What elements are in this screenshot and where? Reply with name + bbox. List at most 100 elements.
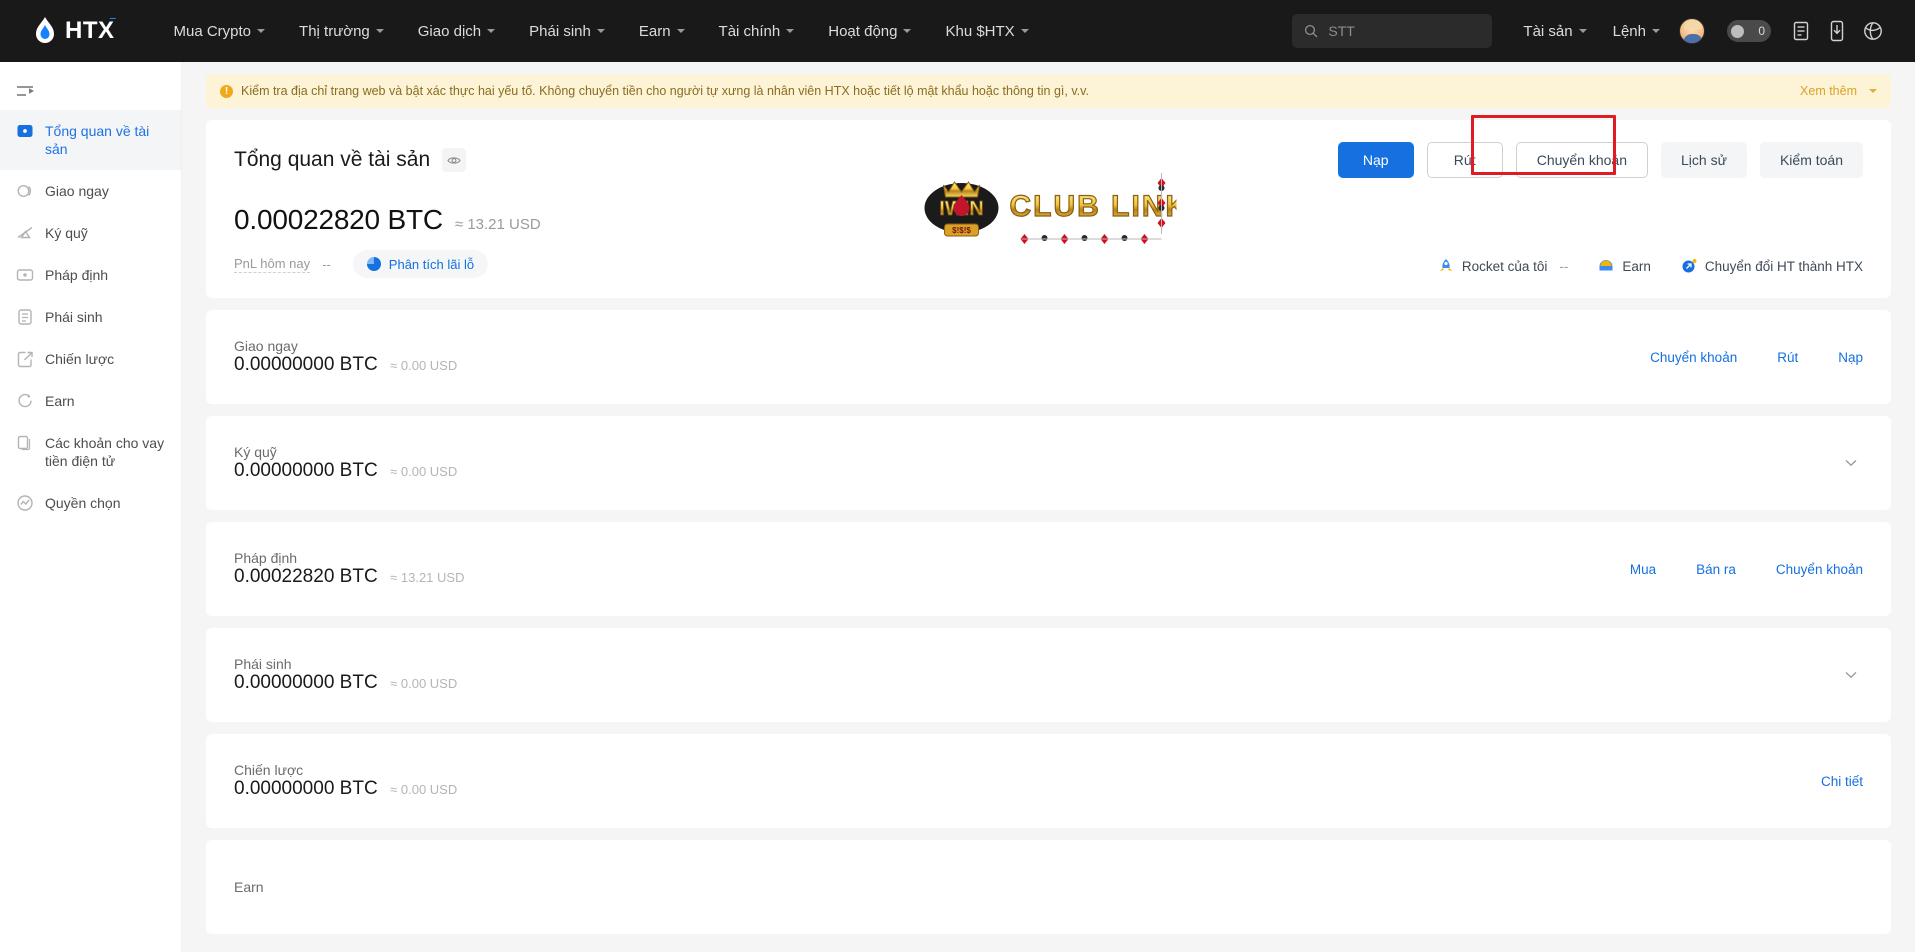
asset-usd: ≈ 0.00 USD [390, 358, 458, 373]
sidebar-item-label: Các khoản cho vay tiền điện tử [45, 435, 165, 469]
sidebar-item-label: Earn [45, 393, 75, 409]
asset-name: Chiến lược [234, 762, 304, 778]
asset-name: Ký quỹ [234, 444, 277, 460]
pie-chart-icon [366, 257, 381, 271]
pnl-label: PnL hôm nay [234, 255, 311, 273]
nav-item-hoat-dong[interactable]: Hoạt động [811, 0, 928, 62]
earn-pot-icon [1599, 260, 1613, 271]
nav-label: Giao dịch [417, 22, 482, 40]
transfer-button-highlight-wrap: Chuyển khoản [1470, 115, 1648, 178]
nav-label: Mua Crypto [173, 22, 252, 40]
chevron-down-icon [1845, 459, 1857, 467]
top-navigation-bar: HTX ‾ Mua Crypto Thị trường Giao dịch Phá… [0, 0, 1915, 62]
sidebar-item-derivatives[interactable]: Phái sinh [0, 296, 181, 338]
asset-row-spot: Giao ngay 0.00000000 BTC ≈ 0.00 USD Chuy… [206, 310, 1891, 404]
nav-label: Khu $HTX [945, 22, 1015, 40]
pnl-analysis-button[interactable]: Phân tích lãi lỗ [352, 250, 489, 278]
nav-item-mua-crypto[interactable]: Mua Crypto [157, 0, 283, 62]
history-button[interactable]: Lịch sử [1661, 142, 1747, 178]
sidebar-item-label: Giao ngay [45, 183, 109, 199]
asset-details-link[interactable]: Chi tiết [1821, 774, 1863, 789]
nav-item-giao-dich[interactable]: Giao dịch [401, 0, 512, 62]
nav-label: Tài chính [718, 22, 781, 40]
asset-usd: ≈ 0.00 USD [390, 676, 458, 691]
collapse-sidebar-icon[interactable] [0, 72, 181, 110]
toggle-balance-visibility-button[interactable] [442, 148, 467, 172]
asset-transfer-link[interactable]: Chuyển khoản [1776, 562, 1863, 577]
options-icon [16, 494, 34, 512]
chevron-down-icon [1869, 89, 1877, 93]
transfer-button[interactable]: Chuyển khoản [1515, 142, 1648, 178]
nav-item-tai-san[interactable]: Tài sản [1510, 0, 1599, 62]
search-input[interactable] [1328, 23, 1481, 39]
nav-label: Phái sinh [529, 22, 591, 40]
support-globe-icon[interactable] [1855, 11, 1891, 51]
nav-item-tai-chinh[interactable]: Tài chính [702, 0, 812, 62]
nav-item-lenh[interactable]: Lệnh [1600, 0, 1673, 62]
sidebar-item-earn[interactable]: Earn [0, 380, 181, 422]
main-content: ! Kiểm tra địa chỉ trang web và bật xác … [182, 62, 1915, 952]
rocket-icon [1439, 259, 1452, 271]
convert-icon [1682, 259, 1697, 273]
fiat-icon [16, 266, 34, 284]
nav-label: Thị trường [299, 22, 370, 40]
sidebar-item-spot[interactable]: Giao ngay [0, 170, 181, 212]
deposit-button[interactable]: Nạp [1337, 142, 1414, 178]
htx-brand-logo[interactable]: HTX ‾ [24, 16, 115, 46]
sidebar-item-crypto-loans[interactable]: Các khoản cho vay tiền điện tử [0, 422, 181, 482]
nav-item-khu-htx[interactable]: Khu $HTX [928, 0, 1045, 62]
chevron-down-icon [786, 29, 795, 33]
audit-button[interactable]: Kiểm toán [1759, 142, 1863, 178]
asset-deposit-link[interactable]: Nạp [1838, 350, 1863, 365]
sidebar-item-label: Ký quỹ [45, 225, 88, 241]
asset-row-strategy: Chiến lược 0.00000000 BTC ≈ 0.00 USD Chi… [206, 734, 1891, 828]
asset-transfer-link[interactable]: Chuyển khoản [1650, 350, 1737, 365]
sidebar-item-overview[interactable]: Tổng quan về tài sản [0, 110, 181, 170]
asset-name: Phái sinh [234, 656, 292, 672]
eye-count-pill[interactable]: 0 [1727, 20, 1771, 42]
expand-margin-row-button[interactable] [1839, 453, 1863, 473]
nav-item-earn[interactable]: Earn [622, 0, 702, 62]
asset-sell-link[interactable]: Bán ra [1696, 562, 1736, 577]
expand-derivatives-row-button[interactable] [1839, 665, 1863, 685]
nav-label: Lệnh [1612, 22, 1646, 40]
nav-right-group: Tài sản Lệnh 0 [1292, 0, 1891, 62]
sidebar: Tổng quan về tài sản Giao ngay Ký quỹ Ph… [0, 62, 182, 952]
asset-usd: ≈ 13.21 USD [390, 570, 465, 585]
sidebar-item-options[interactable]: Quyền chọn [0, 482, 181, 524]
nav-label: Earn [638, 22, 671, 40]
sidebar-item-label: Pháp định [45, 267, 109, 283]
asset-name: Pháp định [234, 550, 298, 566]
convert-ht-to-htx-link[interactable]: Chuyển đổi HT thành HTX [1681, 258, 1863, 274]
overview-quick-links: Rocket của tôi -- Earn Chuyển đổi HT thà… [1438, 258, 1863, 274]
strategy-icon [16, 350, 34, 368]
nav-item-thi-truong[interactable]: Thị trường [282, 0, 401, 62]
search-box[interactable] [1292, 14, 1493, 48]
asset-amount: 0.00000000 BTC [234, 672, 378, 693]
my-rocket-value: -- [1559, 258, 1569, 274]
banner-see-more-button[interactable]: Xem thêm [1800, 84, 1877, 98]
chevron-down-icon [257, 29, 266, 33]
asset-buy-link[interactable]: Mua [1630, 562, 1656, 577]
overview-header: Tổng quan về tài sản Nạp Rút Chuyển khoả… [234, 115, 1863, 178]
avatar[interactable] [1679, 18, 1705, 44]
notification-count: 0 [1758, 24, 1765, 38]
sidebar-item-label: Quyền chọn [45, 495, 121, 511]
withdraw-button[interactable]: Rút [1426, 142, 1503, 178]
nav-item-phai-sinh[interactable]: Phái sinh [512, 0, 622, 62]
sidebar-item-margin[interactable]: Ký quỹ [0, 212, 181, 254]
sidebar-item-fiat[interactable]: Pháp định [0, 254, 181, 296]
pnl-analysis-label: Phân tích lãi lỗ [388, 256, 475, 272]
asset-info: Pháp định 0.00022820 BTC ≈ 13.21 USD [234, 550, 464, 588]
asset-name: Giao ngay [234, 338, 298, 354]
my-rocket-link[interactable]: Rocket của tôi -- [1438, 258, 1569, 274]
earn-link[interactable]: Earn [1598, 258, 1651, 274]
download-app-icon[interactable] [1819, 11, 1855, 51]
loans-icon [16, 434, 34, 452]
sidebar-item-strategy[interactable]: Chiến lược [0, 338, 181, 380]
orders-icon[interactable] [1783, 11, 1819, 51]
asset-amount: 0.00000000 BTC [234, 460, 378, 481]
asset-amount: 0.00000000 BTC [234, 354, 378, 375]
asset-withdraw-link[interactable]: Rút [1777, 350, 1798, 365]
asset-actions [1839, 453, 1863, 473]
